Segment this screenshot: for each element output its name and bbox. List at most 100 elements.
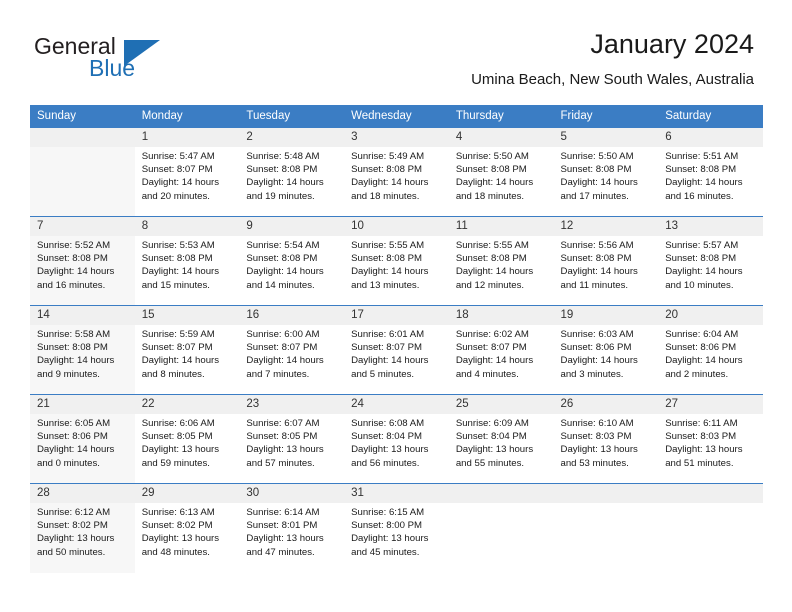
calendar-day-cell[interactable]: 15 Sunrise: 5:59 AM Sunset: 8:07 PM Dayligh…	[134, 305, 240, 395]
calendar-day-cell[interactable]: 23 Sunrise: 6:07 AM Sunset: 8:05 PM Dayligh…	[239, 394, 345, 484]
sunrise-text: Sunrise: 6:10 AM	[560, 418, 634, 429]
day-number: 20	[658, 306, 763, 325]
logo-text-blue: Blue	[89, 55, 136, 81]
calendar-day-cell[interactable]: 11 Sunrise: 5:55 AM Sunset: 8:08 PM Dayligh…	[448, 216, 554, 306]
calendar-page: General Blue January 2024 Umina Beach, N…	[0, 0, 792, 612]
daylight-text-line2: and 45 minutes.	[351, 546, 420, 558]
daylight-text-line1: Daylight: 13 hours	[37, 533, 115, 545]
day-details: Sunrise: 6:04 AM Sunset: 8:06 PM Daylight:…	[658, 325, 763, 381]
calendar-day-cell[interactable]: 27 Sunrise: 6:11 AM Sunset: 8:03 PM Dayligh…	[658, 394, 763, 484]
sunrise-text: Sunrise: 5:54 AM	[246, 240, 320, 251]
day-details: Sunrise: 5:48 AM Sunset: 8:08 PM Daylight:…	[239, 147, 344, 203]
calendar-cell-empty	[658, 483, 763, 573]
daylight-text-line2: and 51 minutes.	[665, 457, 734, 469]
calendar-day-cell[interactable]: 6 Sunrise: 5:51 AM Sunset: 8:08 PM Daylight…	[658, 127, 763, 217]
day-details: Sunrise: 6:14 AM Sunset: 8:01 PM Daylight:…	[239, 503, 344, 559]
calendar-day-cell[interactable]: 21 Sunrise: 6:05 AM Sunset: 8:06 PM Dayligh…	[30, 394, 135, 484]
daylight-text-line1: Daylight: 14 hours	[665, 177, 743, 189]
calendar-body: 1 Sunrise: 5:47 AM Sunset: 8:07 PM Daylight…	[30, 127, 763, 573]
day-number: 15	[134, 306, 240, 325]
daylight-text-line2: and 3 minutes.	[560, 368, 624, 380]
calendar-day-cell[interactable]: 30 Sunrise: 6:14 AM Sunset: 8:01 PM Dayligh…	[239, 483, 345, 573]
calendar-day-cell[interactable]: 4 Sunrise: 5:50 AM Sunset: 8:08 PM Daylight…	[448, 127, 554, 217]
daylight-text-line2: and 18 minutes.	[351, 190, 420, 202]
day-number: 5	[553, 128, 659, 147]
sunset-text: Sunset: 8:08 PM	[351, 253, 423, 265]
sunset-text: Sunset: 8:05 PM	[141, 431, 213, 443]
sunrise-text: Sunrise: 5:51 AM	[665, 151, 739, 162]
daylight-text-line2: and 15 minutes.	[141, 279, 210, 291]
day-details: Sunrise: 6:01 AM Sunset: 8:07 PM Daylight:…	[344, 325, 449, 381]
calendar-day-cell[interactable]: 31 Sunrise: 6:15 AM Sunset: 8:00 PM Dayligh…	[344, 483, 449, 573]
calendar-cell-empty	[448, 483, 554, 573]
daylight-text-line2: and 55 minutes.	[455, 457, 525, 469]
sunset-text: Sunset: 8:07 PM	[246, 342, 318, 354]
sunset-text: Sunset: 8:03 PM	[665, 431, 737, 443]
day-details	[658, 503, 763, 506]
sunset-text: Sunset: 8:07 PM	[351, 342, 423, 354]
daylight-text-line1: Daylight: 14 hours	[665, 266, 743, 278]
sunrise-text: Sunrise: 6:15 AM	[351, 507, 425, 518]
sunrise-text: Sunrise: 5:50 AM	[455, 151, 529, 162]
calendar-day-cell[interactable]: 29 Sunrise: 6:13 AM Sunset: 8:02 PM Dayligh…	[134, 483, 240, 573]
sunset-text: Sunset: 8:08 PM	[560, 164, 632, 176]
weekday-header-tuesday: Tuesday	[239, 105, 345, 128]
calendar-day-cell[interactable]: 7 Sunrise: 5:52 AM Sunset: 8:08 PM Daylight…	[30, 216, 135, 306]
weekday-header-saturday: Saturday	[658, 105, 763, 128]
calendar-day-cell[interactable]: 2 Sunrise: 5:48 AM Sunset: 8:08 PM Daylight…	[239, 127, 345, 217]
sunrise-text: Sunrise: 6:01 AM	[351, 329, 425, 340]
calendar-day-cell[interactable]: 10 Sunrise: 5:55 AM Sunset: 8:08 PM Dayligh…	[344, 216, 449, 306]
calendar-day-cell[interactable]: 5 Sunrise: 5:50 AM Sunset: 8:08 PM Daylight…	[553, 127, 659, 217]
sunset-text: Sunset: 8:04 PM	[351, 431, 423, 443]
day-number: 23	[239, 395, 345, 414]
page-header: General Blue January 2024 Umina Beach, N…	[0, 0, 792, 103]
weekday-header-wednesday: Wednesday	[344, 105, 449, 128]
calendar-day-cell[interactable]: 12 Sunrise: 5:56 AM Sunset: 8:08 PM Dayligh…	[553, 216, 659, 306]
daylight-text-line1: Daylight: 14 hours	[141, 177, 220, 189]
calendar-day-cell[interactable]: 26 Sunrise: 6:10 AM Sunset: 8:03 PM Dayligh…	[553, 394, 659, 484]
calendar-day-cell[interactable]: 13 Sunrise: 5:57 AM Sunset: 8:08 PM Dayligh…	[658, 216, 763, 306]
day-number: 24	[344, 395, 449, 414]
sunset-text: Sunset: 8:06 PM	[37, 431, 108, 443]
calendar-day-cell[interactable]: 19 Sunrise: 6:03 AM Sunset: 8:06 PM Dayligh…	[553, 305, 659, 395]
calendar-day-cell[interactable]: 3 Sunrise: 5:49 AM Sunset: 8:08 PM Daylight…	[344, 127, 449, 217]
calendar-day-cell[interactable]: 24 Sunrise: 6:08 AM Sunset: 8:04 PM Dayligh…	[344, 394, 449, 484]
sunrise-text: Sunrise: 6:04 AM	[665, 329, 739, 340]
daylight-text-line2: and 2 minutes.	[665, 368, 729, 380]
calendar-day-cell[interactable]: 9 Sunrise: 5:54 AM Sunset: 8:08 PM Daylight…	[239, 216, 345, 306]
daylight-text-line1: Daylight: 13 hours	[141, 444, 220, 456]
daylight-text-line1: Daylight: 14 hours	[560, 355, 638, 367]
day-details: Sunrise: 5:49 AM Sunset: 8:08 PM Daylight:…	[344, 147, 449, 203]
daylight-text-line2: and 4 minutes.	[455, 368, 519, 380]
daylight-text-line2: and 10 minutes.	[665, 279, 734, 291]
sunset-text: Sunset: 8:03 PM	[560, 431, 632, 443]
daylight-text-line1: Daylight: 14 hours	[560, 266, 638, 278]
day-number: 13	[658, 217, 763, 236]
sunrise-text: Sunrise: 6:07 AM	[246, 418, 320, 429]
sunrise-text: Sunrise: 5:55 AM	[351, 240, 425, 251]
sunrise-text: Sunrise: 6:11 AM	[665, 418, 738, 429]
day-number: 8	[134, 217, 240, 236]
calendar-day-cell[interactable]: 8 Sunrise: 5:53 AM Sunset: 8:08 PM Daylight…	[134, 216, 240, 306]
calendar-day-cell[interactable]: 28 Sunrise: 6:12 AM Sunset: 8:02 PM Dayligh…	[30, 483, 135, 573]
calendar-day-cell[interactable]: 20 Sunrise: 6:04 AM Sunset: 8:06 PM Dayligh…	[658, 305, 763, 395]
sunrise-text: Sunrise: 6:08 AM	[351, 418, 425, 429]
day-details: Sunrise: 6:06 AM Sunset: 8:05 PM Daylight:…	[135, 414, 240, 470]
calendar-day-cell[interactable]: 25 Sunrise: 6:09 AM Sunset: 8:04 PM Dayligh…	[448, 394, 554, 484]
day-details: Sunrise: 6:08 AM Sunset: 8:04 PM Daylight:…	[344, 414, 449, 470]
day-number: 16	[239, 306, 345, 325]
day-number	[448, 484, 554, 503]
calendar-day-cell[interactable]: 18 Sunrise: 6:02 AM Sunset: 8:07 PM Dayligh…	[448, 305, 554, 395]
day-details: Sunrise: 6:10 AM Sunset: 8:03 PM Daylight:…	[554, 414, 659, 470]
sunrise-text: Sunrise: 5:52 AM	[37, 240, 111, 251]
calendar-day-cell[interactable]: 1 Sunrise: 5:47 AM Sunset: 8:07 PM Daylight…	[134, 127, 240, 217]
calendar-day-cell[interactable]: 22 Sunrise: 6:06 AM Sunset: 8:05 PM Dayligh…	[134, 394, 240, 484]
calendar-week-row: 1 Sunrise: 5:47 AM Sunset: 8:07 PM Daylight…	[30, 127, 763, 217]
day-details: Sunrise: 6:07 AM Sunset: 8:05 PM Daylight:…	[239, 414, 344, 470]
sunset-text: Sunset: 8:08 PM	[665, 164, 737, 176]
calendar-day-cell[interactable]: 14 Sunrise: 5:58 AM Sunset: 8:08 PM Dayligh…	[30, 305, 135, 395]
calendar-day-cell[interactable]: 16 Sunrise: 6:00 AM Sunset: 8:07 PM Dayligh…	[239, 305, 345, 395]
day-number: 31	[344, 484, 449, 503]
calendar-day-cell[interactable]: 17 Sunrise: 6:01 AM Sunset: 8:07 PM Dayligh…	[344, 305, 449, 395]
daylight-text-line1: Daylight: 13 hours	[351, 444, 429, 456]
